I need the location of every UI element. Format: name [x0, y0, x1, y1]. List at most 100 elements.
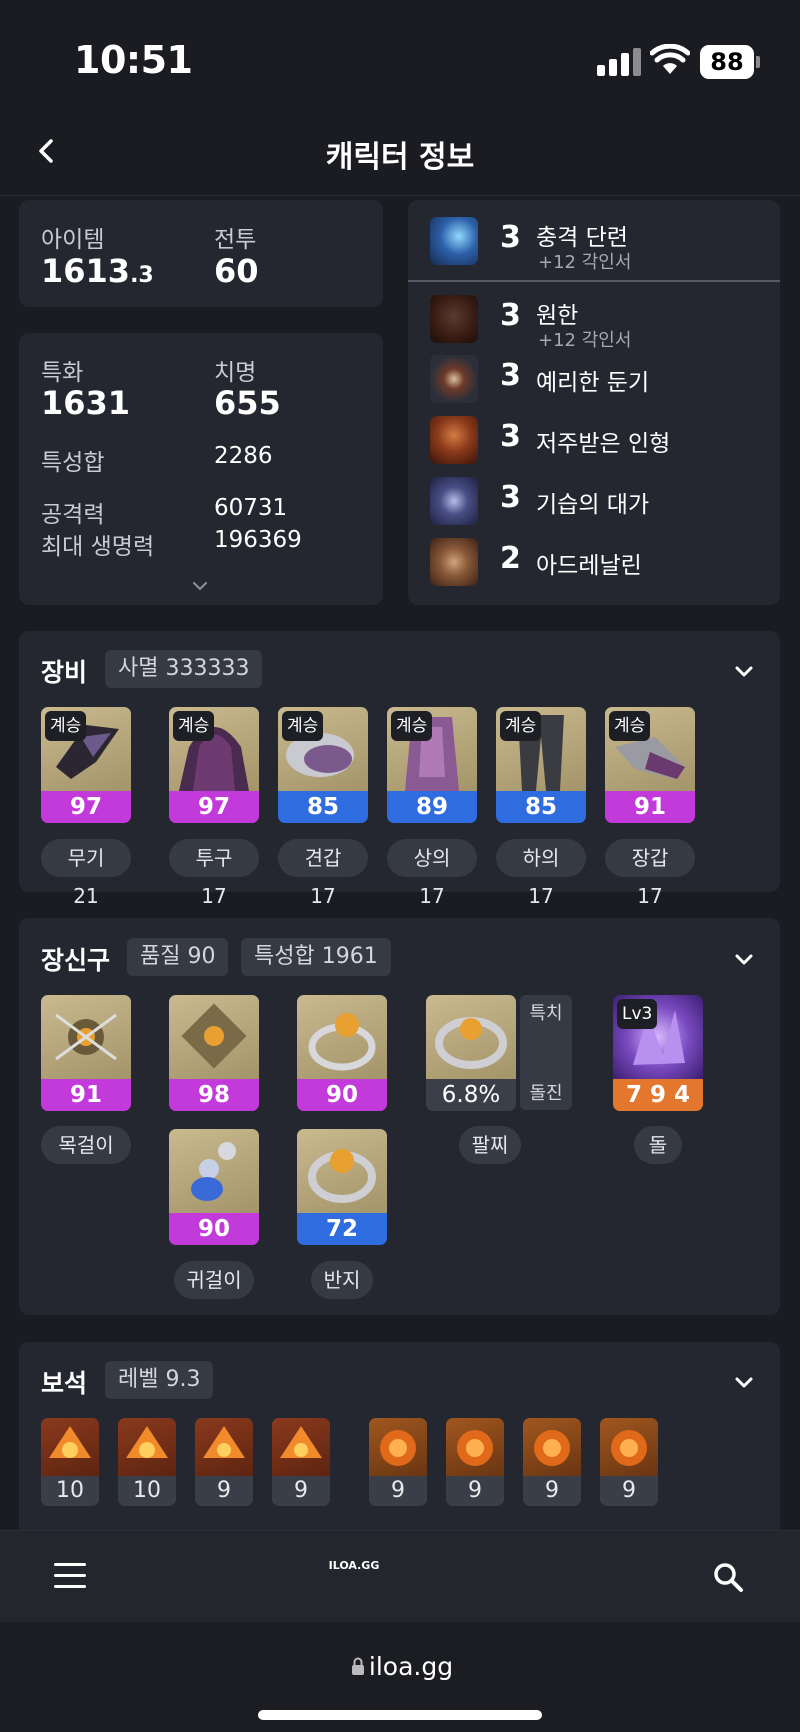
equipment-label: 투구 17 — [169, 839, 259, 908]
grudge-engraving-icon — [430, 295, 478, 343]
site-logo[interactable]: ILOA.GG — [0, 1559, 708, 1572]
quality-value: 97 — [169, 791, 259, 823]
engraving-level: 2 — [500, 541, 521, 576]
quality-value: 90 — [169, 1213, 259, 1245]
crimson-flame-gem[interactable]: 9 — [600, 1418, 658, 1506]
earring-item[interactable]: 90 — [169, 1129, 259, 1245]
engraving-level: 3 — [500, 358, 521, 393]
combat-level-label: 전투 — [214, 227, 257, 253]
accessory-label: 목걸이 — [41, 1126, 131, 1164]
divider — [408, 280, 780, 282]
quality-value: 91 — [41, 1079, 131, 1111]
gem-icon — [118, 1418, 176, 1476]
earring-item[interactable]: 98 — [169, 995, 259, 1111]
gem-icon — [446, 1418, 504, 1476]
annihilation-gem[interactable]: 9 — [195, 1418, 253, 1506]
crimson-flame-gem[interactable]: 9 — [523, 1418, 581, 1506]
ability-stone-item[interactable]: Lv3 7 9 4 — [613, 995, 703, 1111]
collapse-chevron-icon[interactable] — [734, 952, 754, 966]
annihilation-gem[interactable]: 10 — [41, 1418, 99, 1506]
earring-icon — [169, 995, 259, 1079]
bracelet-icon — [426, 995, 516, 1079]
home-indicator[interactable] — [258, 1710, 542, 1720]
url-text[interactable]: iloa.gg — [0, 1652, 800, 1681]
engraving-name: 저주받은 인형 — [536, 431, 671, 457]
quality-tag: 품질 90 — [127, 938, 229, 976]
gem-level-tag: 레벨 9.3 — [105, 1361, 214, 1399]
engraving-name: 충격 단련 — [536, 225, 628, 251]
gem-level: 10 — [56, 1478, 84, 1503]
engraving-row: 3 원한 +12 각인서 — [408, 290, 780, 351]
adrenaline-engraving-icon — [430, 538, 478, 586]
stats-card[interactable]: 특화 1631 치명 655 특성합 2286 공격력 60731 최대 생명력… — [19, 333, 383, 605]
pants-item[interactable]: 계승 85 — [496, 707, 586, 823]
equipment-label: 무기 21 — [41, 839, 131, 908]
quality-value: 91 — [605, 791, 695, 823]
collapse-chevron-icon[interactable] — [734, 1375, 754, 1389]
page-title: 캐릭터 정보 — [325, 140, 475, 175]
ring-item[interactable]: 90 — [297, 995, 387, 1111]
crimson-flame-gem[interactable]: 9 — [369, 1418, 427, 1506]
chest-item[interactable]: 계승 89 — [387, 707, 477, 823]
signal-icon — [597, 48, 641, 76]
engraving-level: 3 — [500, 419, 521, 454]
quality-value: 97 — [41, 791, 131, 823]
gem-level: 9 — [545, 1478, 559, 1503]
inherit-badge: 계승 — [173, 711, 215, 741]
battery-level: 88 — [700, 45, 754, 79]
search-icon[interactable] — [712, 1561, 744, 1593]
shoulder-item[interactable]: 계승 85 — [278, 707, 368, 823]
annihilation-gem[interactable]: 9 — [272, 1418, 330, 1506]
total-stat-label: 특성합 — [41, 450, 105, 476]
annihilation-gem[interactable]: 10 — [118, 1418, 176, 1506]
gem-level: 9 — [622, 1478, 636, 1503]
gloves-item[interactable]: 계승 91 — [605, 707, 695, 823]
quality-value: 85 — [496, 791, 586, 823]
engraving-level: 3 — [500, 298, 521, 333]
quality-value: 85 — [278, 791, 368, 823]
accessory-label: 돌 — [634, 1126, 682, 1164]
hp-value: 196369 — [214, 527, 302, 553]
clock: 10:51 — [74, 38, 193, 82]
collapse-chevron-icon[interactable] — [734, 664, 754, 678]
earring-icon — [169, 1129, 259, 1213]
engraving-level: 3 — [500, 480, 521, 515]
ring-icon — [297, 1129, 387, 1213]
quality-value: 72 — [297, 1213, 387, 1245]
helmet-item[interactable]: 계승 97 — [169, 707, 259, 823]
necklace-icon — [41, 995, 131, 1079]
crimson-flame-gem[interactable]: 9 — [446, 1418, 504, 1506]
accessory-label: 귀걸이 — [174, 1261, 254, 1299]
total-stat-value: 2286 — [214, 443, 273, 469]
inherit-badge: 계승 — [500, 711, 542, 741]
item-level-label: 아이템 — [41, 227, 105, 253]
accessories-section: 장신구 품질 90 특성합 1961 91 98 90 6.8% 특치 돌진 L… — [19, 918, 780, 1315]
necklace-item[interactable]: 91 — [41, 995, 131, 1111]
equipment-label: 장갑 17 — [605, 839, 695, 908]
inherit-badge: 계승 — [45, 711, 87, 741]
equipment-label: 하의 17 — [496, 839, 586, 908]
browser-url-bar: iloa.gg — [0, 1622, 800, 1732]
gem-level: 9 — [468, 1478, 482, 1503]
inherit-badge: 계승 — [282, 711, 324, 741]
weapon-item[interactable]: 계승 97 — [41, 707, 131, 823]
item-level-value: 1613.3 — [41, 252, 154, 290]
bracelet-value: 6.8% — [426, 1079, 516, 1111]
gem-level: 10 — [133, 1478, 161, 1503]
hp-label: 최대 생명력 — [41, 534, 155, 560]
engraving-row: 3 기습의 대가 — [408, 472, 780, 530]
gem-icon — [369, 1418, 427, 1476]
bracelet-item[interactable]: 6.8% — [426, 995, 516, 1111]
accessory-label: 팔찌 — [459, 1126, 521, 1164]
quality-value: 98 — [169, 1079, 259, 1111]
bracelet-stats: 특치 돌진 — [520, 995, 572, 1110]
gem-icon — [523, 1418, 581, 1476]
inherit-badge: 계승 — [391, 711, 433, 741]
expand-chevron-icon[interactable] — [192, 576, 208, 591]
ring-item[interactable]: 72 — [297, 1129, 387, 1245]
spec-value: 1631 — [41, 384, 131, 422]
engraving-book: +12 각인서 — [538, 252, 632, 273]
attack-value: 60731 — [214, 495, 288, 521]
attack-label: 공격력 — [41, 502, 105, 528]
engraving-book: +12 각인서 — [538, 330, 632, 351]
